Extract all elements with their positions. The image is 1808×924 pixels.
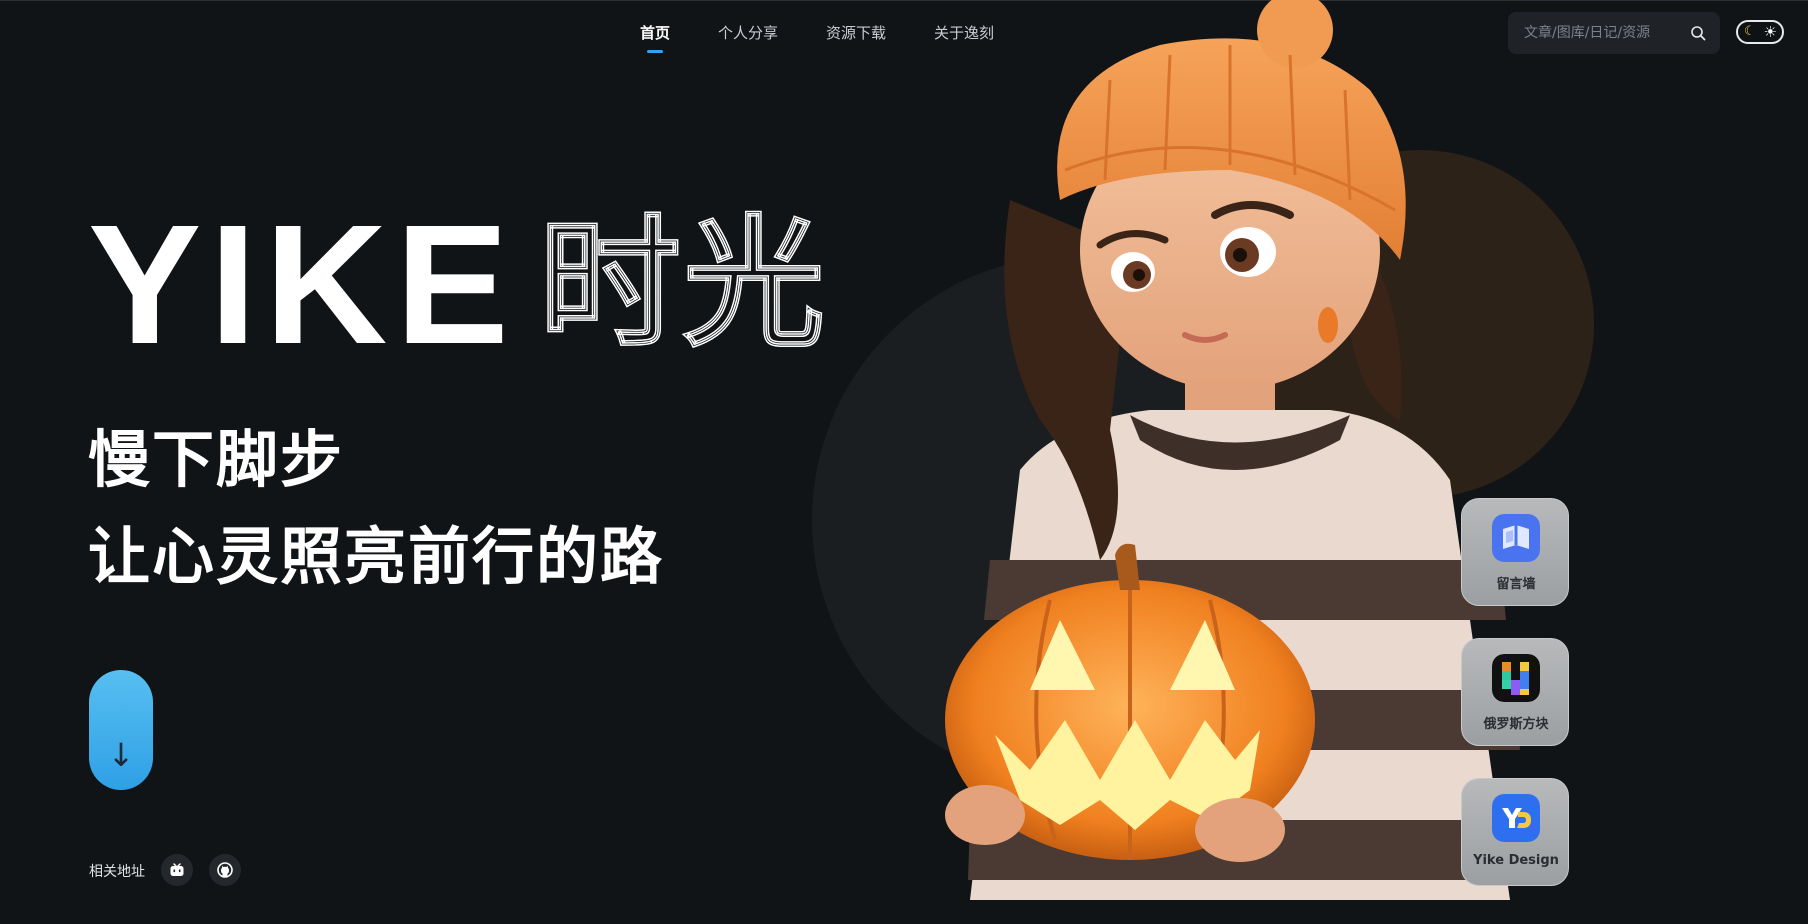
- title-solid: YIKE: [88, 190, 517, 380]
- side-app-label: Yike Design: [1473, 853, 1559, 868]
- theme-toggle[interactable]: ☾ ☀: [1736, 20, 1784, 44]
- hero-illustration: [945, 0, 1525, 900]
- nav-item-label: 个人分享: [718, 24, 779, 42]
- slogan-line-2: 让心灵照亮前行的路: [88, 520, 665, 593]
- side-app-yike-design[interactable]: Yike Design: [1461, 778, 1569, 886]
- nav-item-label: 资源下载: [826, 24, 887, 42]
- side-app-message-wall[interactable]: 留言墙: [1461, 498, 1569, 606]
- hero-title: YIKE 时光: [88, 200, 827, 370]
- message-wall-icon: [1492, 514, 1540, 562]
- moon-icon: ☾: [1744, 24, 1756, 39]
- bilibili-icon: [170, 863, 184, 876]
- sun-icon: ☀: [1763, 23, 1777, 41]
- search-icon[interactable]: [1690, 25, 1706, 41]
- scroll-down-button[interactable]: ↓: [89, 670, 153, 790]
- side-app-tetris[interactable]: 俄罗斯方块: [1461, 638, 1569, 746]
- nav-item-share[interactable]: 个人分享: [718, 22, 778, 43]
- tetris-icon: [1492, 654, 1540, 702]
- arrow-down-icon: ↓: [107, 736, 135, 774]
- bilibili-link[interactable]: [161, 854, 193, 886]
- title-outline: 时光: [538, 201, 827, 368]
- github-icon: [217, 862, 233, 878]
- slogan-line-1: 慢下脚步: [88, 423, 345, 496]
- github-link[interactable]: [209, 854, 241, 886]
- nav-item-home[interactable]: 首页: [640, 22, 671, 53]
- nav-item-download[interactable]: 资源下载: [826, 22, 886, 43]
- active-indicator: [647, 50, 663, 53]
- related-links-label: 相关地址: [89, 864, 145, 880]
- nav-item-label: 首页: [640, 24, 671, 42]
- side-app-label: 俄罗斯方块: [1483, 717, 1549, 732]
- side-app-label: 留言墙: [1496, 577, 1536, 592]
- yike-design-icon: [1492, 794, 1540, 842]
